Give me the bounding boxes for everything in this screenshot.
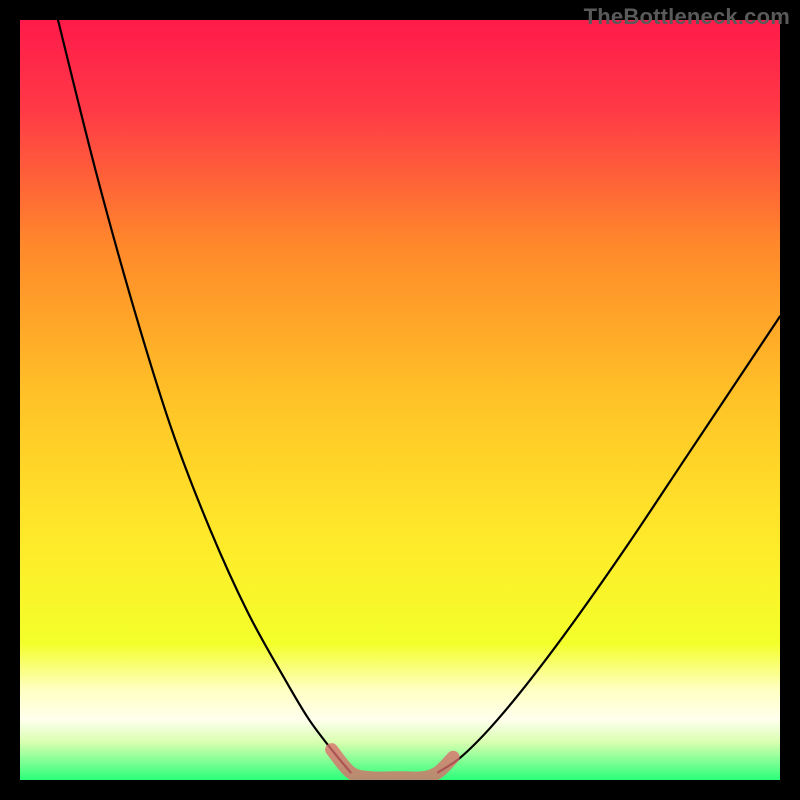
watermark-label: TheBottleneck.com xyxy=(584,4,790,30)
bottleneck-chart xyxy=(20,20,780,780)
gradient-background xyxy=(20,20,780,780)
chart-container: TheBottleneck.com xyxy=(0,0,800,800)
